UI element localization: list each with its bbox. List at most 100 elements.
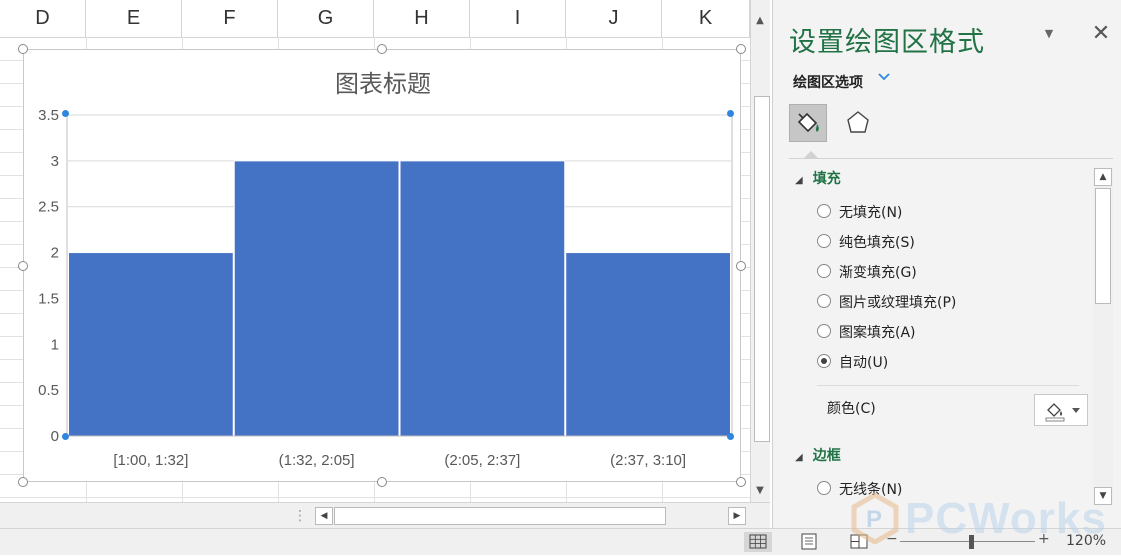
- zoom-level[interactable]: 120%: [1066, 533, 1106, 549]
- radio-label: 图案填充(A): [839, 325, 916, 341]
- column-header-e[interactable]: E: [86, 0, 182, 37]
- column-header-j[interactable]: J: [566, 0, 662, 37]
- scroll-up-arrow-icon[interactable]: ▲: [751, 12, 769, 30]
- tab-effects[interactable]: [839, 104, 877, 142]
- histogram-bar[interactable]: [399, 160, 566, 437]
- page-break-icon: [850, 534, 868, 549]
- zoom-slider[interactable]: [900, 541, 1035, 542]
- column-header-k[interactable]: K: [662, 0, 750, 37]
- plot-area-handle-bottom-right[interactable]: [727, 433, 734, 440]
- chart-resize-handle-left[interactable]: [18, 261, 28, 271]
- splitter-grip-icon[interactable]: ⋮: [293, 507, 307, 525]
- pane-divider: [789, 158, 1113, 159]
- page-break-view-button[interactable]: [845, 532, 873, 552]
- column-header-i[interactable]: I: [470, 0, 566, 37]
- radio-button[interactable]: [817, 264, 831, 278]
- scroll-left-arrow-icon[interactable]: ◀: [315, 507, 333, 525]
- zoom-out-button[interactable]: −: [886, 531, 898, 547]
- vertical-scroll-thumb[interactable]: [754, 96, 770, 442]
- chart-resize-handle-bottom[interactable]: [377, 477, 387, 487]
- section-divider: [817, 385, 1079, 386]
- radio-gradient-fill[interactable]: 渐变填充(G): [817, 262, 917, 284]
- color-label: 颜色(C): [827, 401, 876, 417]
- plot-area-handle-bottom-left[interactable]: [62, 433, 69, 440]
- radio-label: 无线条(N): [839, 482, 903, 498]
- pane-scroll-thumb[interactable]: [1095, 188, 1111, 304]
- tab-fill-line[interactable]: [789, 104, 827, 142]
- pane-title: 设置绘图区格式: [789, 27, 985, 58]
- radio-button-selected[interactable]: [817, 354, 831, 368]
- x-category-label: [1:00, 1:32]: [113, 452, 188, 469]
- chart-object[interactable]: 图表标题 0 0.5 1 1.5 2 2.5 3 3.5 [1:00, 1:32] (1:32, …: [23, 49, 741, 482]
- x-category-label: (2:37, 3:10]: [610, 452, 686, 469]
- color-picker-button[interactable]: [1034, 394, 1088, 426]
- chart-resize-handle-bottom-right[interactable]: [736, 477, 746, 487]
- column-header-d[interactable]: D: [0, 0, 86, 37]
- vertical-scrollbar[interactable]: ▲ ▼: [750, 0, 770, 502]
- pane-scrollbar[interactable]: ▲ ▼: [1093, 168, 1113, 505]
- chevron-down-icon[interactable]: [877, 70, 891, 86]
- plot-area-svg[interactable]: 0 0.5 1 1.5 2 2.5 3 3.5 [1:00, 1:32] (1:32, 2:05]…: [24, 50, 742, 483]
- column-header-bar: D E F G H I J K: [0, 0, 750, 38]
- border-section-header[interactable]: ◢ 边框: [795, 445, 841, 465]
- chart-resize-handle-top-left[interactable]: [18, 44, 28, 54]
- dropdown-arrow-icon: [1072, 408, 1080, 413]
- chart-resize-handle-bottom-left[interactable]: [18, 477, 28, 487]
- fill-section-label: 填充: [812, 171, 841, 187]
- scroll-up-arrow-icon[interactable]: ▲: [1094, 168, 1112, 186]
- y-tick-label: 1: [51, 336, 59, 353]
- chart-resize-handle-right[interactable]: [736, 261, 746, 271]
- normal-view-button[interactable]: [744, 532, 772, 552]
- plot-area-handle-top-left[interactable]: [62, 110, 69, 117]
- page-layout-icon: [801, 533, 817, 550]
- histogram-bar[interactable]: [68, 252, 234, 437]
- radio-label: 渐变填充(G): [839, 265, 917, 281]
- radio-no-fill[interactable]: 无填充(N): [817, 202, 902, 224]
- radio-button[interactable]: [817, 204, 831, 218]
- page-layout-view-button[interactable]: [795, 532, 823, 552]
- spreadsheet-area[interactable]: D E F G H I J K 图表标题 0 0.5 1 1.5 2 2.5 3 3.5 [1:…: [0, 0, 770, 528]
- chart-resize-handle-top[interactable]: [377, 44, 387, 54]
- close-icon[interactable]: ✕: [1091, 22, 1111, 46]
- y-tick-label: 1.5: [38, 290, 59, 307]
- horizontal-scroll-thumb[interactable]: [334, 507, 666, 525]
- radio-label: 无填充(N): [839, 205, 903, 221]
- radio-picture-texture-fill[interactable]: 图片或纹理填充(P): [817, 292, 956, 314]
- radio-button[interactable]: [817, 294, 831, 308]
- scroll-right-arrow-icon[interactable]: ▶: [728, 507, 746, 525]
- radio-no-line[interactable]: 无线条(N): [817, 479, 902, 501]
- chart-resize-handle-top-right[interactable]: [736, 44, 746, 54]
- x-category-label: (1:32, 2:05]: [279, 452, 355, 469]
- fill-color-icon: [1045, 403, 1065, 422]
- column-header-h[interactable]: H: [374, 0, 470, 37]
- pane-menu-chevron-icon[interactable]: ▼: [1041, 26, 1057, 42]
- radio-automatic-fill[interactable]: 自动(U): [817, 352, 888, 374]
- y-tick-label: 0.5: [38, 382, 59, 399]
- y-tick-label: 0: [51, 428, 59, 445]
- histogram-bar[interactable]: [233, 160, 400, 437]
- zoom-in-button[interactable]: +: [1038, 531, 1050, 547]
- column-header-f[interactable]: F: [182, 0, 278, 37]
- border-section-label: 边框: [812, 448, 841, 464]
- radio-button[interactable]: [817, 481, 831, 495]
- zoom-slider-thumb[interactable]: [969, 535, 974, 549]
- column-header-g[interactable]: G: [278, 0, 374, 37]
- plot-area-options-dropdown[interactable]: 绘图区选项: [793, 72, 863, 92]
- histogram-bar[interactable]: [565, 252, 731, 437]
- y-tick-label: 2.5: [38, 199, 59, 216]
- horizontal-scrollbar[interactable]: ⋮ ◀ ▶: [0, 502, 770, 528]
- scroll-down-arrow-icon[interactable]: ▼: [1094, 487, 1112, 505]
- y-tick-label: 3.5: [38, 107, 59, 124]
- format-plot-area-pane: 设置绘图区格式 ▼ ✕ 绘图区选项 ◢ 填充 无填充(N) 纯色填充(S) 渐变填…: [772, 0, 1121, 528]
- grid-view-icon: [749, 534, 767, 549]
- scroll-down-arrow-icon[interactable]: ▼: [751, 482, 769, 500]
- radio-solid-fill[interactable]: 纯色填充(S): [817, 232, 915, 254]
- fill-section-header[interactable]: ◢ 填充: [795, 168, 841, 188]
- plot-area-handle-top-right[interactable]: [727, 110, 734, 117]
- radio-button[interactable]: [817, 324, 831, 338]
- radio-button[interactable]: [817, 234, 831, 248]
- collapse-triangle-icon: ◢: [795, 452, 803, 463]
- pentagon-effects-icon: [847, 111, 869, 133]
- radio-pattern-fill[interactable]: 图案填充(A): [817, 322, 916, 344]
- radio-label: 图片或纹理填充(P): [839, 295, 957, 311]
